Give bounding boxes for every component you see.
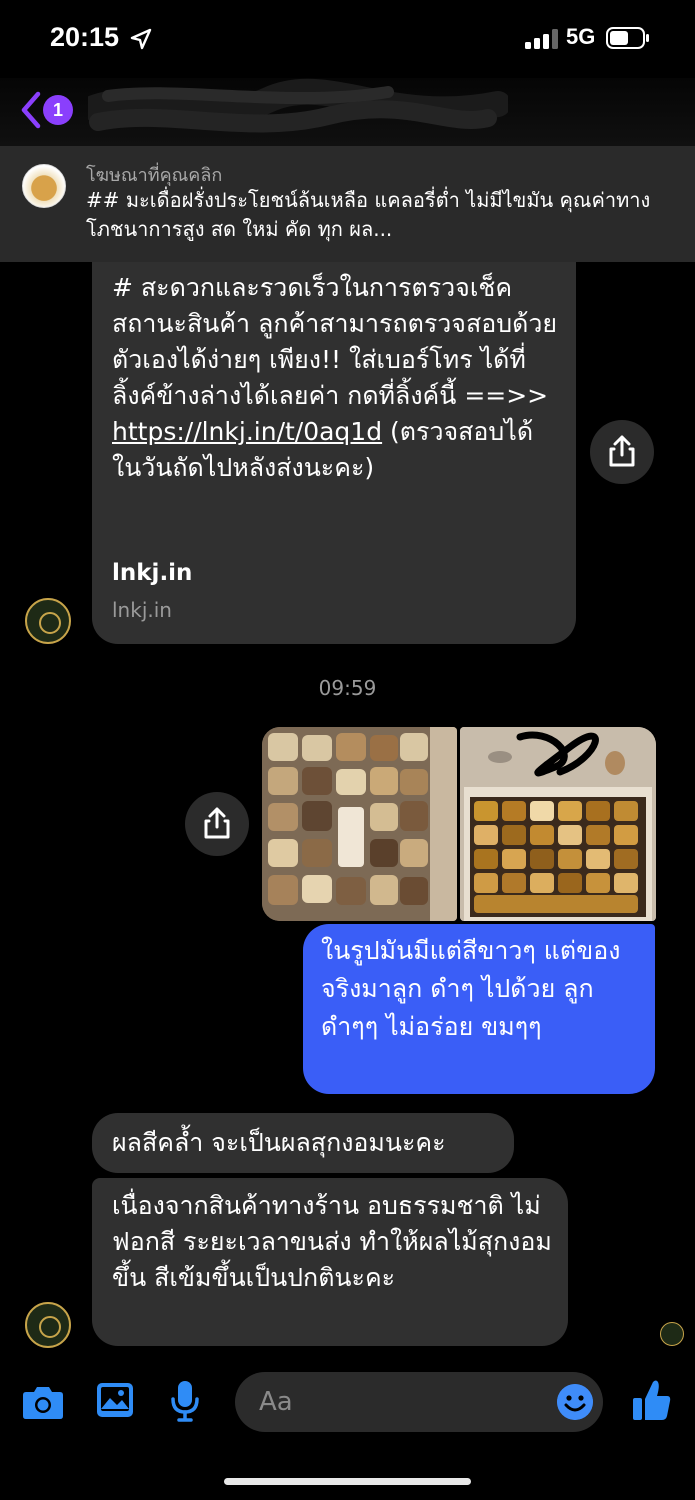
emoji-icon[interactable] [557,1384,593,1420]
message-link[interactable]: https://lnkj.in/t/0aq1d [112,417,382,446]
share-button[interactable] [590,420,654,484]
link-preview-domain: lnkj.in [112,598,172,622]
status-bar: 20:15 5G [0,0,695,78]
seen-receipt-avatar [660,1322,684,1346]
cellular-signal-icon [525,29,558,49]
shop-avatar[interactable] [25,1302,71,1348]
photo-content [460,727,656,921]
network-label: 5G [566,24,596,49]
share-photos-button[interactable] [185,792,249,856]
message-input[interactable]: Aa [235,1372,603,1432]
link-message-text: # สะดวกและรวดเร็วในการตรวจเช็คสถานะสินค้… [112,270,558,486]
home-indicator [224,1478,471,1485]
link-message-bubble[interactable]: # สะดวกและรวดเร็วในการตรวจเช็คสถานะสินค้… [92,262,576,644]
ad-thumbnail [22,164,66,208]
link-message-body: # สะดวกและรวดเร็วในการตรวจเช็คสถานะสินค้… [112,273,558,410]
location-arrow-icon [130,28,152,50]
message-timestamp: 09:59 [318,676,377,700]
thumbs-up-icon[interactable] [632,1378,672,1422]
link-preview-title[interactable]: lnkj.in [112,560,192,586]
camera-icon[interactable] [22,1384,64,1420]
back-chevron-icon[interactable] [18,90,44,130]
image-icon[interactable] [96,1382,134,1418]
microphone-icon[interactable] [170,1380,200,1422]
composer-bar: Aa [0,1366,695,1500]
ad-banner[interactable]: โฆษณาที่คุณคลิก ## มะเดื่อฝรั่งประโยชน์ล… [0,146,695,262]
photo-dried-figs-2[interactable] [460,727,656,921]
received-message-text: เนื่องจากสินค้าทางร้าน อบธรรมชาติ ไม่ฟอก… [112,1191,552,1292]
shop-avatar[interactable] [25,598,71,644]
sent-message-bubble[interactable]: ในรูปมันมีแต่สีขาวๆ แต่ของจริงมาลูก ดำๆ … [303,924,655,1094]
unread-badge: 1 [43,95,73,125]
ad-label: โฆษณาที่คุณคลิก [86,165,223,186]
received-message-bubble[interactable]: ผลสีคล้ำ จะเป็นผลสุกงอมนะคะ [92,1113,514,1173]
message-input-placeholder: Aa [259,1387,293,1417]
share-icon [609,435,635,467]
status-time: 20:15 [50,22,120,52]
sent-message-text: ในรูปมันมีแต่สีขาวๆ แต่ของจริงมาลูก ดำๆ … [321,936,621,1041]
received-message-text: ผลสีคล้ำ จะเป็นผลสุกงอมนะคะ [112,1128,446,1157]
battery-icon [606,27,649,49]
photo-content [262,727,457,921]
ad-text: ## มะเดื่อฝรั่งประโยชน์ล้นเหลือ แคลอรี่ต… [86,188,651,241]
received-message-bubble[interactable]: เนื่องจากสินค้าทางร้าน อบธรรมชาติ ไม่ฟอก… [92,1178,568,1346]
redaction-scribble [88,78,508,133]
photo-dried-figs-1[interactable] [262,727,457,921]
share-icon [204,807,230,839]
conversation-header: 1 [0,78,695,146]
